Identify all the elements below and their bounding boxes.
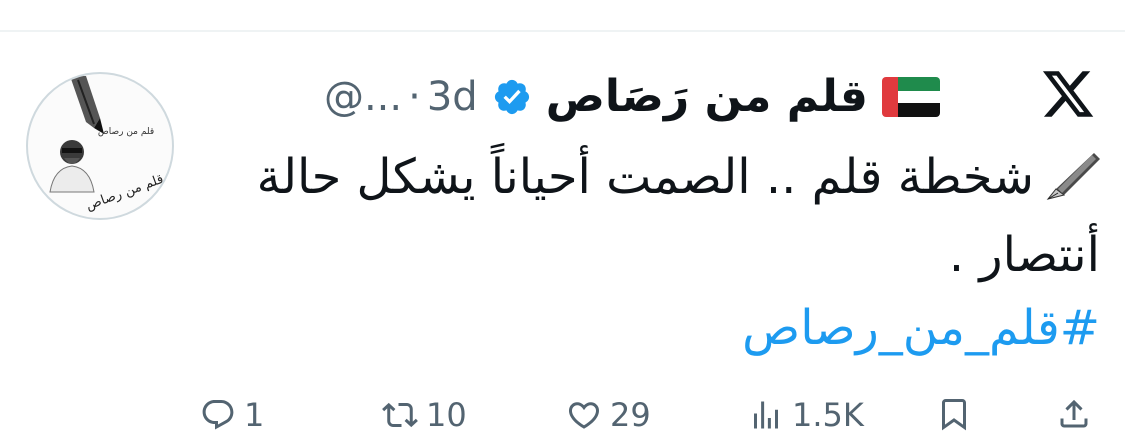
avatar-caption-large: قلم من رصاص [84,172,166,214]
tweet-header: @... · 3d قلم من رَصَاص [200,62,940,132]
meta-separator: · [408,74,421,120]
avatar-illustration: قلم من رصاص قلم من رصاص [49,76,166,214]
repost-count: 10 [426,396,467,434]
share-icon [1060,399,1088,428]
uae-flag-icon [882,77,940,117]
reply-icon [202,400,234,430]
tweet-meta: @... · 3d [324,77,478,117]
tweet-text-container: شخطة قلم .. الصمت أحياناً يشكل حالة أنتص… [220,138,1100,294]
heart-icon [568,402,600,429]
avatar[interactable]: قلم من رصاص قلم من رصاص [26,72,174,220]
verified-badge-icon [494,79,529,115]
fountain-pen-icon [1046,153,1100,200]
avatar-caption-small: قلم من رصاص [98,127,154,137]
bookmark-icon [942,399,966,431]
timestamp[interactable]: 3d [427,74,478,120]
top-divider [0,30,1125,32]
handle[interactable]: @... [324,74,402,120]
hashtag-link[interactable]: #قلم_من_رصاص [742,300,1100,356]
views-count: 1.5K [792,396,864,434]
repost-button[interactable]: 10 [382,396,467,434]
display-name[interactable]: قلم من رَصَاص [546,75,868,119]
tweet-text: شخطة قلم .. الصمت أحياناً يشكل حالة أنتص… [256,149,1100,283]
x-logo-icon[interactable] [1040,66,1096,122]
repost-icon [382,402,418,428]
share-button[interactable] [1056,396,1092,432]
views-icon [754,401,778,429]
like-count: 29 [610,396,651,434]
reply-button[interactable]: 1 [200,396,264,434]
like-button[interactable]: 29 [566,396,651,434]
views-button[interactable]: 1.5K [748,396,864,434]
reply-count: 1 [244,396,265,434]
action-bar: 1 10 29 1.5K [0,390,1125,446]
bookmark-button[interactable] [936,396,972,432]
